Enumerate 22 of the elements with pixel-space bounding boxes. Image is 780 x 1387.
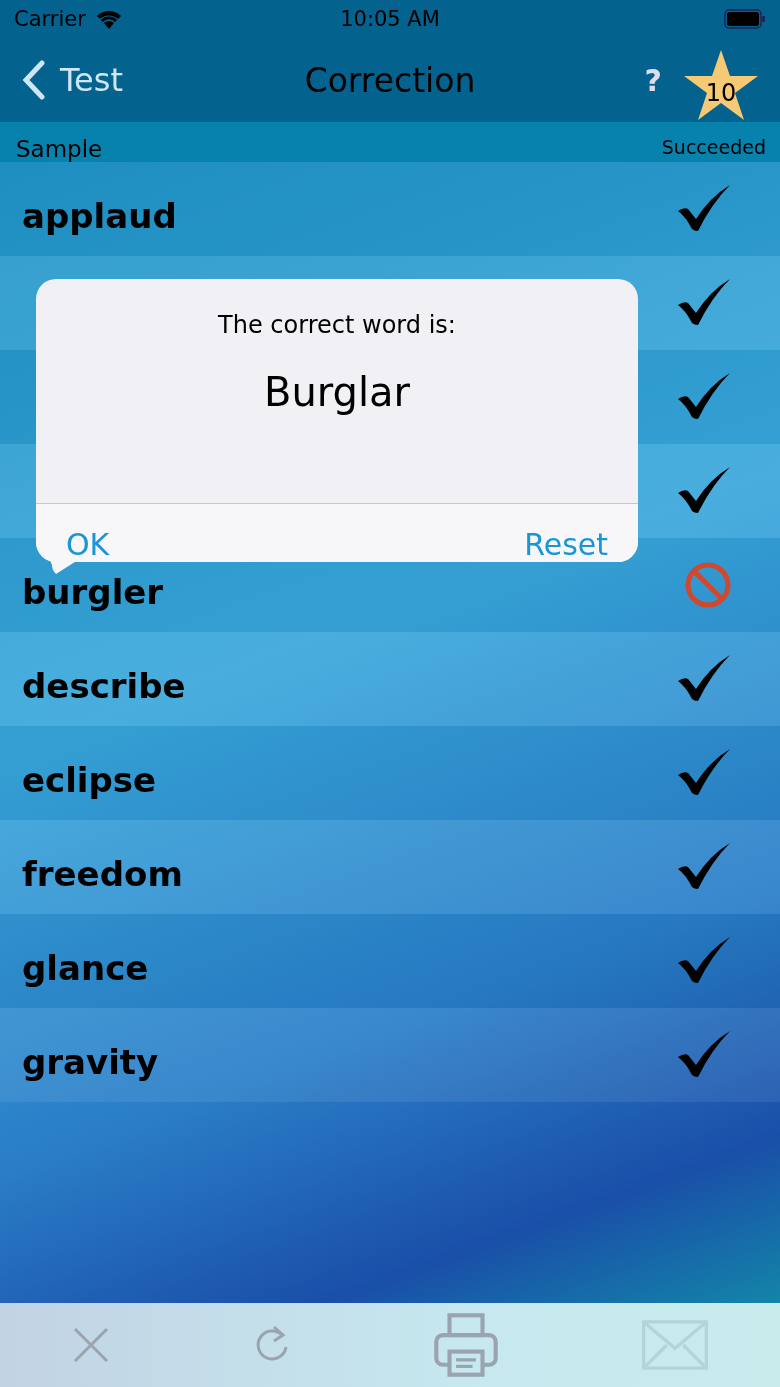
sample-word: burgler <box>22 575 164 609</box>
column-header: Sample <box>16 136 103 162</box>
sample-word: gravity <box>22 1045 159 1079</box>
chevron-left-icon <box>22 60 46 100</box>
sample-word: describe <box>22 669 186 703</box>
column-header: Succeeded <box>661 136 766 160</box>
correct-word: Burglar <box>263 369 411 415</box>
help-button[interactable]: ? <box>638 61 668 99</box>
reset-button[interactable]: Reset <box>524 527 608 562</box>
sample-word: eclipse <box>22 763 157 797</box>
back-button[interactable]: Test <box>22 60 123 100</box>
sample-word: freedom <box>22 857 183 891</box>
score-star: 10 <box>684 48 758 122</box>
screen-title: Correction <box>304 60 476 100</box>
ok-button[interactable]: OK <box>66 527 110 562</box>
battery-icon <box>724 8 766 30</box>
printer-icon[interactable] <box>432 1312 499 1378</box>
sample-word: applaud <box>22 199 177 233</box>
carrier-label: Carrier <box>14 7 86 31</box>
status-time: 10:05 AM <box>340 7 440 31</box>
sample-word: glance <box>22 951 149 985</box>
alert-message: The correct word is: <box>217 311 457 339</box>
